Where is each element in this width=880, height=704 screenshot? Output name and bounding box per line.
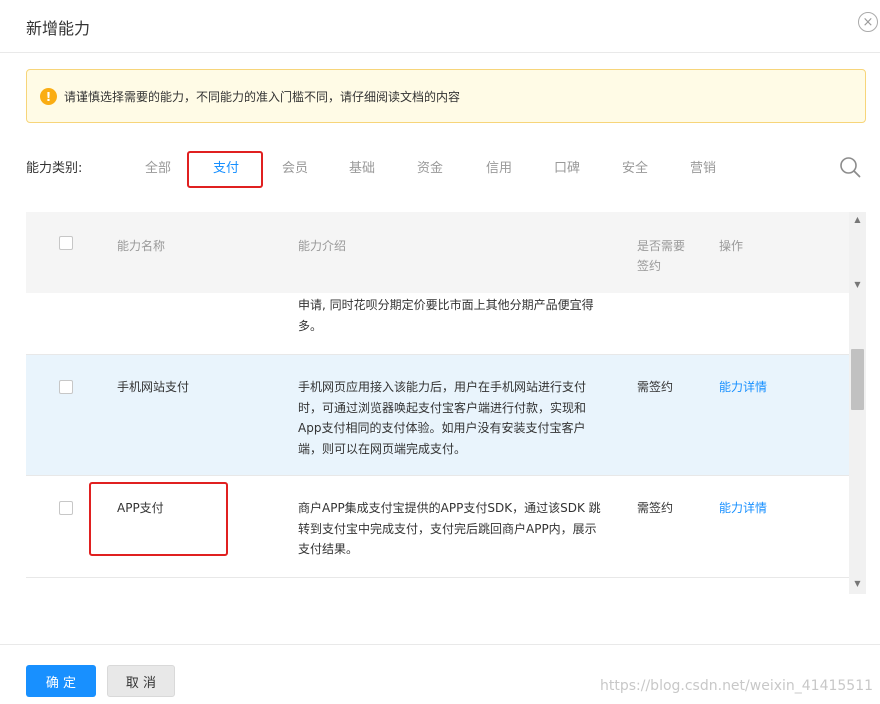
tab-all[interactable]: 全部 bbox=[145, 157, 171, 176]
header-action: 操作 bbox=[719, 239, 744, 253]
dialog-title: 新增能力 bbox=[26, 19, 91, 38]
row-name: APP支付 bbox=[117, 501, 164, 515]
tab-marketing[interactable]: 营销 bbox=[690, 157, 716, 176]
row-checkbox[interactable] bbox=[59, 380, 73, 394]
tab-payment[interactable]: 支付 bbox=[213, 157, 239, 176]
row-name: 手机网站支付 bbox=[117, 380, 190, 394]
scroll-thumb[interactable] bbox=[851, 349, 864, 410]
row-checkbox[interactable] bbox=[59, 501, 73, 515]
watermark: https://blog.csdn.net/weixin_41415511 bbox=[600, 678, 874, 694]
close-icon[interactable]: × bbox=[858, 12, 878, 32]
table-row[interactable]: 手机网站支付 手机网页应用接入该能力后，用户在手机网站进行支付时，可通过浏览器唤… bbox=[26, 355, 849, 476]
cancel-button[interactable]: 取 消 bbox=[107, 665, 175, 697]
search-icon[interactable] bbox=[839, 156, 861, 178]
tab-member[interactable]: 会员 bbox=[282, 157, 308, 176]
capability-detail-link[interactable]: 能力详情 bbox=[719, 498, 767, 519]
tab-basic[interactable]: 基础 bbox=[349, 157, 375, 176]
footer-divider bbox=[0, 644, 880, 645]
tab-security[interactable]: 安全 bbox=[622, 157, 648, 176]
row-desc: 商户APP集成支付宝提供的APP支付SDK，通过该SDK 跳转到支付宝中完成支付… bbox=[298, 501, 601, 557]
ok-button[interactable]: 确 定 bbox=[26, 665, 96, 697]
tab-credit[interactable]: 信用 bbox=[486, 157, 512, 176]
tab-koubei[interactable]: 口碑 bbox=[554, 157, 580, 176]
table-header: 能力名称 能力介绍 是否需要签约 操作 bbox=[26, 212, 849, 293]
scroll-up-icon[interactable]: ▲ bbox=[853, 215, 862, 224]
row-desc: 手机网页应用接入该能力后，用户在手机网站进行支付时，可通过浏览器唤起支付宝客户端… bbox=[298, 380, 587, 457]
category-label: 能力类别: bbox=[26, 161, 83, 176]
header-sign: 是否需要签约 bbox=[637, 239, 686, 273]
capability-table: 能力名称 能力介绍 是否需要签约 操作 申请, 同时花呗分期定价要比市面上其他分… bbox=[26, 212, 866, 594]
select-all-checkbox[interactable] bbox=[59, 236, 73, 250]
warning-icon: ! bbox=[40, 88, 57, 105]
dialog-header: 新增能力 × bbox=[0, 0, 880, 53]
warning-alert: ! 请谨慎选择需要的能力，不同能力的准入门槛不同，请仔细阅读文档的内容 bbox=[26, 69, 866, 123]
table-row[interactable]: APP支付 商户APP集成支付宝提供的APP支付SDK，通过该SDK 跳转到支付… bbox=[26, 476, 849, 578]
header-name: 能力名称 bbox=[117, 239, 166, 253]
row-desc: 申请, 同时花呗分期定价要比市面上其他分期产品便宜得多。 bbox=[298, 298, 594, 333]
scroll-down-icon[interactable]: ▼ bbox=[853, 280, 862, 289]
header-desc: 能力介绍 bbox=[298, 239, 347, 253]
table-row: 申请, 同时花呗分期定价要比市面上其他分期产品便宜得多。 bbox=[26, 293, 849, 355]
tab-funds[interactable]: 资金 bbox=[417, 157, 443, 176]
table-scrollbar[interactable]: ▲ ▼ ▼ bbox=[849, 212, 866, 594]
row-sign: 需签约 bbox=[637, 501, 674, 515]
row-sign: 需签约 bbox=[637, 380, 674, 394]
alert-text: 请谨慎选择需要的能力，不同能力的准入门槛不同，请仔细阅读文档的内容 bbox=[64, 90, 461, 104]
scroll-down-icon[interactable]: ▼ bbox=[853, 579, 862, 588]
capability-detail-link[interactable]: 能力详情 bbox=[719, 377, 767, 398]
